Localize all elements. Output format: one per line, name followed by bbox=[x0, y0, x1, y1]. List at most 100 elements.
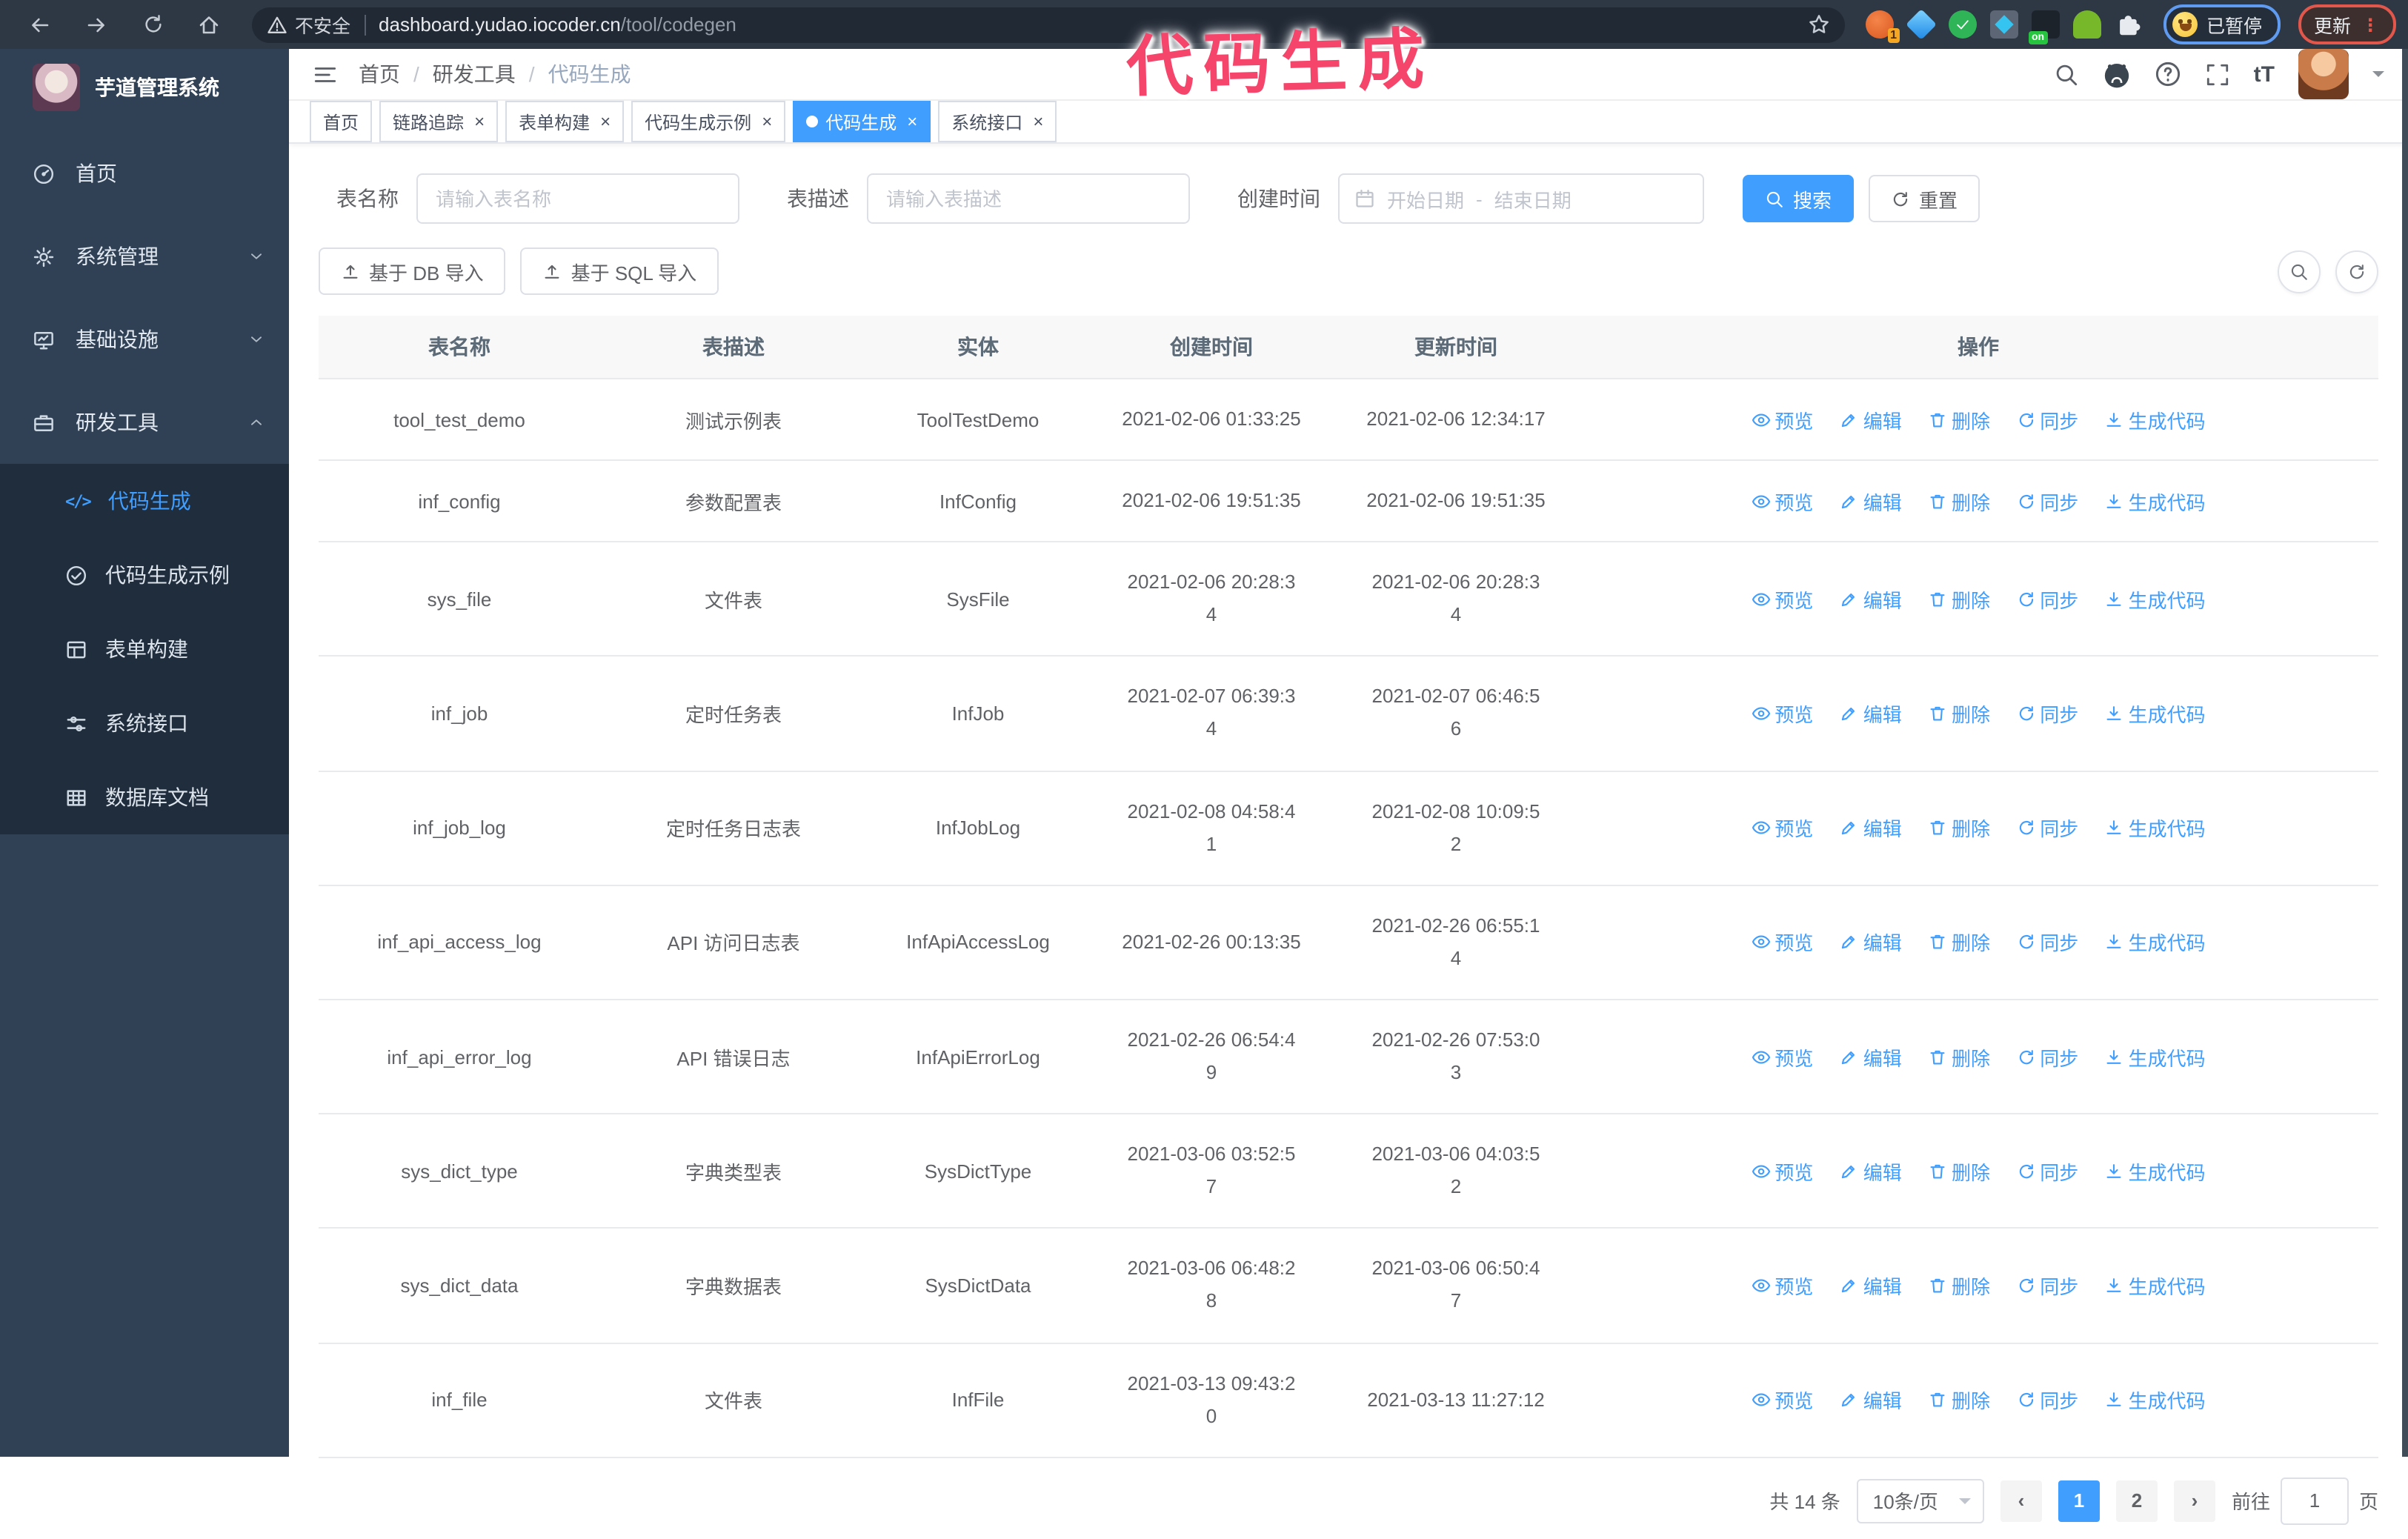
close-icon[interactable]: × bbox=[762, 111, 772, 132]
sync-link[interactable]: 同步 bbox=[2016, 1386, 2078, 1414]
breadcrumb-home[interactable]: 首页 bbox=[359, 59, 400, 89]
edit-link[interactable]: 编辑 bbox=[1840, 928, 1902, 957]
sync-link[interactable]: 同步 bbox=[2016, 928, 2078, 957]
github-link[interactable] bbox=[2103, 60, 2131, 88]
user-avatar[interactable] bbox=[2298, 49, 2349, 99]
delete-link[interactable]: 删除 bbox=[1928, 487, 1990, 515]
generate-code-link[interactable]: 生成代码 bbox=[2105, 1386, 2206, 1414]
page-scrollbar[interactable] bbox=[2402, 49, 2408, 1457]
extension-gem-icon[interactable] bbox=[1906, 9, 1937, 40]
generate-code-link[interactable]: 生成代码 bbox=[2105, 1157, 2206, 1185]
extension-orange-icon[interactable]: 1 bbox=[1866, 10, 1900, 43]
close-icon[interactable]: × bbox=[1033, 111, 1043, 132]
close-icon[interactable]: × bbox=[600, 111, 611, 132]
sidebar-item-code-generation[interactable]: </> 代码生成 bbox=[0, 464, 289, 538]
tab-trace[interactable]: 链路追踪 × bbox=[379, 101, 499, 142]
date-range-picker[interactable]: 开始日期 - 结束日期 bbox=[1338, 173, 1704, 224]
browser-update-button[interactable]: 更新 ⋮ bbox=[2298, 4, 2396, 44]
generate-code-link[interactable]: 生成代码 bbox=[2105, 699, 2206, 728]
sidebar-item-form-builder[interactable]: 表单构建 bbox=[0, 612, 289, 686]
caret-down-icon[interactable] bbox=[2372, 71, 2384, 83]
search-button[interactable]: 搜索 bbox=[1743, 175, 1855, 222]
browser-home-button[interactable] bbox=[190, 5, 228, 44]
generate-code-link[interactable]: 生成代码 bbox=[2105, 1043, 2206, 1071]
extension-tiles-icon[interactable] bbox=[1990, 10, 2018, 39]
sidebar-item-database-doc[interactable]: 数据库文档 bbox=[0, 760, 289, 834]
page-size-select[interactable]: 10条/页 bbox=[1856, 1478, 1984, 1523]
header-search-button[interactable] bbox=[2054, 62, 2079, 87]
table-desc-input[interactable] bbox=[867, 173, 1190, 224]
sync-link[interactable]: 同步 bbox=[2016, 1043, 2078, 1071]
generate-code-link[interactable]: 生成代码 bbox=[2105, 405, 2206, 433]
preview-link[interactable]: 预览 bbox=[1751, 699, 1813, 728]
sync-link[interactable]: 同步 bbox=[2016, 405, 2078, 433]
text-size-button[interactable]: tT bbox=[2254, 62, 2275, 87]
next-page-button[interactable]: › bbox=[2173, 1480, 2215, 1522]
edit-link[interactable]: 编辑 bbox=[1840, 1043, 1902, 1071]
sidebar-item-infrastructure[interactable]: 基础设施 bbox=[0, 298, 289, 381]
sidebar-item-system-api[interactable]: 系统接口 bbox=[0, 686, 289, 760]
edit-link[interactable]: 编辑 bbox=[1840, 1386, 1902, 1414]
edit-link[interactable]: 编辑 bbox=[1840, 1157, 1902, 1185]
browser-forward-button[interactable] bbox=[77, 5, 116, 44]
edit-link[interactable]: 编辑 bbox=[1840, 405, 1902, 433]
more-menu-icon[interactable]: ⋮ bbox=[2361, 16, 2379, 33]
delete-link[interactable]: 删除 bbox=[1928, 814, 1990, 842]
preview-link[interactable]: 预览 bbox=[1751, 585, 1813, 614]
sidebar-item-home[interactable]: 首页 bbox=[0, 132, 289, 215]
sync-link[interactable]: 同步 bbox=[2016, 814, 2078, 842]
extension-switch-icon[interactable]: on bbox=[2029, 10, 2060, 44]
sync-link[interactable]: 同步 bbox=[2016, 1272, 2078, 1300]
tab-codegen[interactable]: 代码生成 × bbox=[793, 101, 931, 142]
delete-link[interactable]: 删除 bbox=[1928, 405, 1990, 433]
preview-link[interactable]: 预览 bbox=[1751, 405, 1813, 433]
browser-reload-button[interactable] bbox=[133, 5, 172, 44]
preview-link[interactable]: 预览 bbox=[1751, 1272, 1813, 1300]
url-bar[interactable]: 不安全 dashboard.yudao.iocoder.cn/tool/code… bbox=[252, 7, 1845, 42]
goto-page-input[interactable] bbox=[2280, 1477, 2349, 1525]
tab-system-api[interactable]: 系统接口 × bbox=[938, 101, 1057, 142]
sync-link[interactable]: 同步 bbox=[2016, 487, 2078, 515]
delete-link[interactable]: 删除 bbox=[1928, 928, 1990, 957]
bookmark-star-button[interactable] bbox=[1808, 13, 1830, 36]
sidebar-item-dev-tools[interactable]: 研发工具 bbox=[0, 381, 289, 464]
edit-link[interactable]: 编辑 bbox=[1840, 487, 1902, 515]
preview-link[interactable]: 预览 bbox=[1751, 1157, 1813, 1185]
generate-code-link[interactable]: 生成代码 bbox=[2105, 487, 2206, 515]
prev-page-button[interactable]: ‹ bbox=[2000, 1480, 2042, 1522]
delete-link[interactable]: 删除 bbox=[1928, 1386, 1990, 1414]
extension-key-icon[interactable] bbox=[2073, 10, 2101, 39]
delete-link[interactable]: 删除 bbox=[1928, 1043, 1990, 1071]
page-button-2[interactable]: 2 bbox=[2115, 1480, 2158, 1522]
breadcrumb-dev-tools[interactable]: 研发工具 bbox=[433, 59, 516, 89]
sidebar-toggle-button[interactable] bbox=[313, 62, 338, 87]
preview-link[interactable]: 预览 bbox=[1751, 1386, 1813, 1414]
edit-link[interactable]: 编辑 bbox=[1840, 699, 1902, 728]
browser-profile-chip[interactable]: 已暂停 bbox=[2163, 4, 2281, 44]
import-db-button[interactable]: 基于 DB 导入 bbox=[319, 247, 506, 295]
browser-back-button[interactable] bbox=[21, 5, 59, 44]
delete-link[interactable]: 删除 bbox=[1928, 699, 1990, 728]
delete-link[interactable]: 删除 bbox=[1928, 1272, 1990, 1300]
generate-code-link[interactable]: 生成代码 bbox=[2105, 928, 2206, 957]
refresh-table-button[interactable] bbox=[2335, 250, 2378, 293]
sidebar-logo[interactable]: 芋道管理系统 bbox=[0, 49, 289, 126]
edit-link[interactable]: 编辑 bbox=[1840, 1272, 1902, 1300]
fullscreen-button[interactable] bbox=[2205, 62, 2230, 87]
extensions-puzzle-icon[interactable] bbox=[2115, 10, 2143, 39]
help-button[interactable] bbox=[2155, 61, 2181, 87]
sidebar-item-system-management[interactable]: 系统管理 bbox=[0, 215, 289, 298]
generate-code-link[interactable]: 生成代码 bbox=[2105, 1272, 2206, 1300]
extension-check-icon[interactable] bbox=[1949, 10, 1977, 39]
generate-code-link[interactable]: 生成代码 bbox=[2105, 814, 2206, 842]
close-icon[interactable]: × bbox=[474, 111, 485, 132]
generate-code-link[interactable]: 生成代码 bbox=[2105, 585, 2206, 614]
toggle-search-button[interactable] bbox=[2278, 250, 2321, 293]
sync-link[interactable]: 同步 bbox=[2016, 585, 2078, 614]
tab-form-builder[interactable]: 表单构建 × bbox=[505, 101, 625, 142]
reset-button[interactable]: 重置 bbox=[1869, 175, 1980, 222]
import-sql-button[interactable]: 基于 SQL 导入 bbox=[520, 247, 719, 295]
preview-link[interactable]: 预览 bbox=[1751, 1043, 1813, 1071]
edit-link[interactable]: 编辑 bbox=[1840, 585, 1902, 614]
delete-link[interactable]: 删除 bbox=[1928, 1157, 1990, 1185]
